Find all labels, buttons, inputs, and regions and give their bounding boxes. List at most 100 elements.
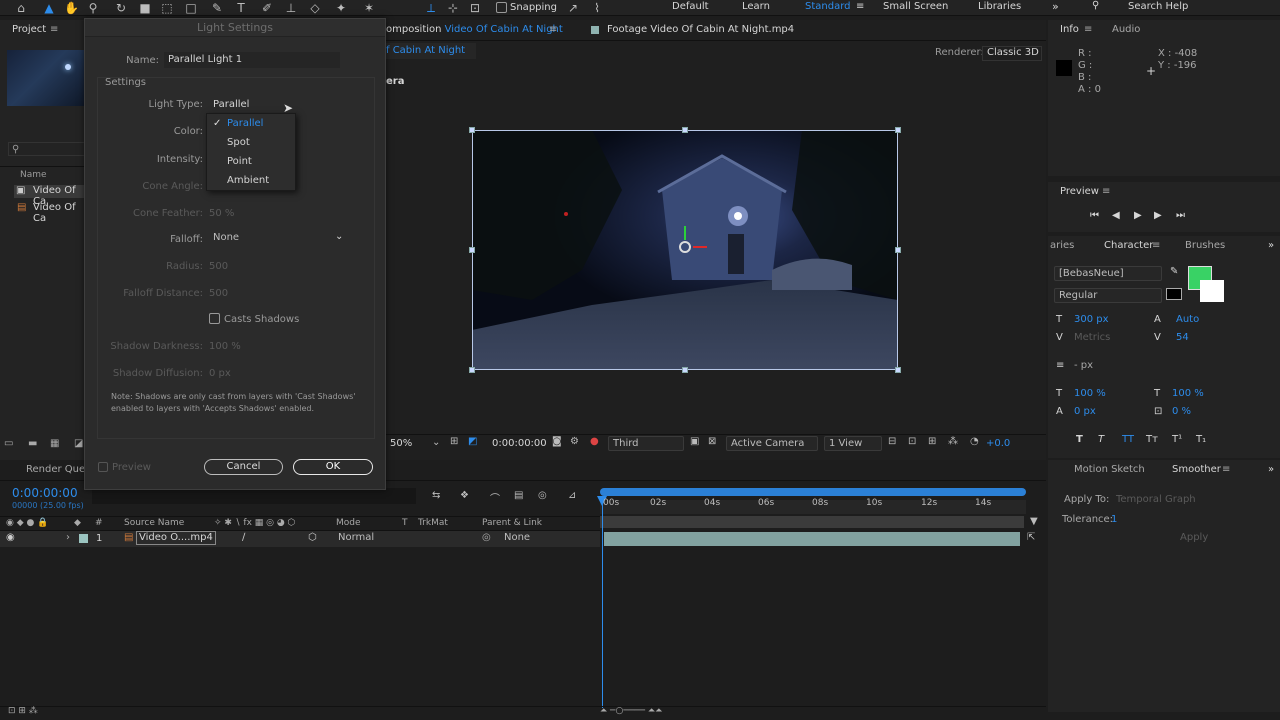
brushes-tab[interactable]: Brushes (1185, 236, 1225, 256)
more-panels-icon[interactable]: » (1268, 236, 1274, 256)
more-panels-icon-2[interactable]: » (1268, 460, 1274, 480)
workspace-learn[interactable]: Learn (742, 1, 770, 12)
camera-view-dropdown[interactable]: Active Camera (726, 436, 818, 451)
layer-mode-dropdown[interactable]: Normal (334, 531, 394, 546)
t-column[interactable]: T (402, 518, 408, 528)
all-caps-icon[interactable]: TT (1122, 434, 1134, 445)
layer-label-color[interactable] (79, 534, 88, 543)
y-axis-arrow[interactable] (684, 226, 686, 240)
view-layout-dropdown[interactable]: 1 View (824, 436, 882, 451)
stroke-width-value[interactable]: - px (1074, 360, 1093, 371)
font-family-dropdown[interactable]: [BebasNeue] (1054, 266, 1162, 281)
project-tab[interactable]: Project (12, 20, 46, 40)
light-name-field[interactable]: Parallel Light 1 (164, 52, 340, 68)
shy-layers-icon[interactable]: ⌒ (490, 490, 500, 505)
layer-row[interactable]: ◉ › 1 ▤ Video O....mp4 ∕ ⬡ Normal ◎ None (0, 531, 600, 547)
ok-button[interactable]: OK (293, 459, 373, 475)
smoother-menu-icon[interactable]: ≡ (1222, 460, 1230, 480)
snapshot-icon[interactable]: ◙ (552, 436, 562, 447)
pickwhip-icon[interactable]: ◎ (482, 532, 491, 543)
snap-options-icon[interactable]: ↗ (566, 1, 580, 15)
flowchart-icon[interactable]: ⁂ (948, 436, 958, 447)
preview-tab[interactable]: Preview (1060, 182, 1099, 202)
faux-bold-icon[interactable]: T (1076, 434, 1083, 445)
region-of-interest-icon[interactable]: ◩ (468, 436, 477, 447)
timeline-timecode[interactable]: 0:00:00:00 (12, 486, 78, 500)
workspace-standard[interactable]: Standard (805, 1, 851, 12)
libraries-tab[interactable]: aries (1050, 236, 1074, 256)
casts-shadows-checkbox[interactable] (209, 313, 220, 324)
transform-handle-br[interactable] (895, 367, 901, 373)
color-channel-icon[interactable]: ● (590, 436, 599, 447)
zoom-slider[interactable]: ⏶ ─○──── ⏶⏶ (600, 706, 662, 716)
falloff-dropdown[interactable]: None (209, 231, 347, 246)
local-axis-icon[interactable]: ⟂ (424, 1, 438, 15)
layer-expand-icon[interactable]: › (66, 532, 70, 543)
menu-item-point[interactable]: Point (207, 152, 295, 171)
motion-sketch-tab[interactable]: Motion Sketch (1074, 460, 1145, 480)
parent-link-column[interactable]: Parent & Link (482, 518, 542, 528)
audio-tab[interactable]: Audio (1112, 20, 1140, 40)
transform-handle-bm[interactable] (682, 367, 688, 373)
show-snapshot-icon[interactable]: ⚙ (570, 436, 579, 447)
shadow-darkness-value[interactable]: 100 % (209, 341, 241, 352)
transform-handle-tl[interactable] (469, 127, 475, 133)
trkmat-column[interactable]: TrkMat (418, 518, 448, 528)
viewer-timecode[interactable]: 0:00:00:00 (492, 438, 547, 449)
zoom-chevron-icon[interactable]: ⌄ (432, 437, 440, 448)
workspace-libraries[interactable]: Libraries (978, 1, 1021, 12)
pan-behind-tool-icon[interactable]: ⬚ (160, 1, 174, 15)
layer-parent-dropdown[interactable]: None (500, 531, 576, 546)
clone-stamp-tool-icon[interactable]: ⊥ (284, 1, 298, 15)
tsume-value[interactable]: 0 % (1172, 406, 1191, 417)
layer-duration-bar[interactable] (604, 532, 1020, 546)
search-help-input[interactable]: Search Help (1128, 1, 1188, 12)
new-comp-icon[interactable]: ▦ (50, 438, 59, 449)
character-tab[interactable]: Character (1104, 236, 1153, 256)
preview-checkbox[interactable] (98, 462, 108, 472)
transform-handle-bl[interactable] (469, 367, 475, 373)
timeline-search-field[interactable] (92, 488, 416, 504)
zoom-dropdown[interactable]: 50% (390, 438, 412, 449)
composition-tab[interactable]: omposition Video Of Cabin At Night (386, 24, 563, 35)
faux-italic-icon[interactable]: T (1098, 434, 1104, 445)
timeline-toggles-icons[interactable]: ⊡ ⊞ ⁂ (8, 706, 38, 716)
world-axis-icon[interactable]: ⊹ (446, 1, 460, 15)
eraser-tool-icon[interactable]: ◇ (308, 1, 322, 15)
project-settings-icon[interactable]: ◪ (74, 438, 83, 449)
eyedropper-icon[interactable]: ✎ (1170, 266, 1178, 277)
interpret-footage-icon[interactable]: ▭ (4, 438, 13, 449)
font-style-dropdown[interactable]: Regular (1054, 288, 1162, 303)
last-frame-icon[interactable]: ⏭ (1176, 210, 1185, 221)
brush-tool-icon[interactable]: ✐ (260, 1, 274, 15)
menu-item-spot[interactable]: Spot (207, 133, 295, 152)
falloff-chevron-icon[interactable]: ⌄ (335, 231, 343, 242)
cancel-button[interactable]: Cancel (204, 459, 283, 475)
project-name-column[interactable]: Name (20, 170, 47, 180)
puppet-tool-icon[interactable]: ✶ (362, 1, 376, 15)
horizontal-scale-value[interactable]: 100 % (1172, 388, 1204, 399)
next-frame-icon[interactable]: ▶ (1154, 210, 1162, 221)
snap-icon[interactable]: ⌇ (590, 1, 604, 15)
black-swatch[interactable] (1166, 288, 1182, 300)
falloff-distance-value[interactable]: 500 (209, 288, 228, 299)
font-size-value[interactable]: 300 px (1074, 314, 1109, 325)
prev-frame-icon[interactable]: ◀ (1112, 210, 1120, 221)
resolution-dropdown[interactable]: Third (608, 436, 684, 451)
project-menu-icon[interactable]: ≡ (50, 20, 58, 40)
frame-blending-icon[interactable]: ▤ (514, 490, 523, 501)
graph-editor-icon[interactable]: ⊿ (568, 490, 576, 501)
project-item-comp[interactable]: ▣ Video Of Ca (14, 185, 84, 207)
transform-handle-mr[interactable] (895, 247, 901, 253)
pen-tool-icon[interactable]: ✎ (210, 1, 224, 15)
workspace-small-screen[interactable]: Small Screen (883, 1, 948, 12)
exposure-value[interactable]: +0.0 (986, 438, 1010, 449)
play-icon[interactable]: ▶ (1134, 210, 1142, 221)
quality-switch-icon[interactable]: ∕ (242, 532, 245, 543)
shadow-diffusion-value[interactable]: 0 px (209, 368, 231, 379)
fast-previews-icon[interactable]: ⊡ (908, 436, 916, 447)
comp-breadcrumb[interactable]: f Cabin At Night (386, 43, 476, 59)
transform-handle-tm[interactable] (682, 127, 688, 133)
project-item-footage[interactable]: ▤ Video Of Ca (14, 202, 84, 224)
preview-menu-icon[interactable]: ≡ (1102, 182, 1110, 202)
